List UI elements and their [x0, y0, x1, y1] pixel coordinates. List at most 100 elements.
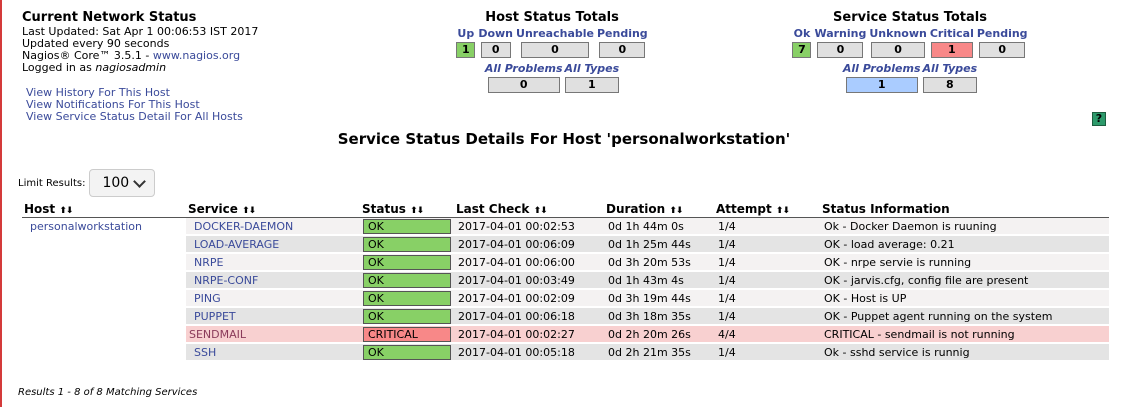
- service-link[interactable]: NRPE-CONF: [186, 271, 360, 290]
- svc-ok-count[interactable]: 7: [792, 42, 812, 58]
- host-pending-label[interactable]: Pending: [597, 28, 648, 40]
- attempt: 1/4: [714, 343, 820, 362]
- col-last-check: Last Check ⬆⬇: [454, 200, 604, 218]
- status-badge: OK: [363, 218, 451, 234]
- sort-arrows-icon[interactable]: ⬆⬇: [534, 206, 548, 216]
- service-link[interactable]: DOCKER-DAEMON: [186, 217, 360, 236]
- last-check: 2017-04-01 00:06:09: [454, 235, 604, 254]
- host-up-count[interactable]: 1: [456, 42, 476, 58]
- last-check: 2017-04-01 00:05:18: [454, 343, 604, 362]
- svc-all-problems-label[interactable]: All Problems: [843, 63, 921, 75]
- host-pending-count[interactable]: 0: [599, 42, 646, 58]
- svc-warning-label[interactable]: Warning: [814, 28, 866, 40]
- status-information: OK - Host is UP: [820, 289, 1109, 308]
- host-all-types-label[interactable]: All Types: [565, 63, 620, 75]
- status-badge: OK: [363, 272, 451, 288]
- col-duration: Duration ⬆⬇: [604, 200, 714, 218]
- svc-pending-label[interactable]: Pending: [977, 28, 1028, 40]
- service-link[interactable]: NRPE: [186, 253, 360, 272]
- duration: 0d 1h 25m 44s: [604, 235, 714, 254]
- view-all-hosts-link[interactable]: View Service Status Detail For All Hosts: [26, 111, 243, 123]
- status-information: OK - nrpe servie is running: [820, 253, 1109, 272]
- sort-arrows-icon[interactable]: ⬆⬇: [59, 206, 73, 216]
- status-badge: OK: [363, 290, 451, 306]
- host-unreachable-label[interactable]: Unreachable: [516, 28, 594, 40]
- status-information: Ok - sshd service is runnig: [820, 343, 1109, 362]
- duration: 0d 1h 44m 0s: [604, 217, 714, 236]
- svc-all-types-count[interactable]: 8: [922, 77, 977, 93]
- duration: 0d 2h 21m 35s: [604, 343, 714, 362]
- last-check: 2017-04-01 00:06:00: [454, 253, 604, 272]
- username: nagiosadmin: [95, 61, 167, 74]
- service-link[interactable]: LOAD-AVERAGE: [186, 235, 360, 254]
- status-information: CRITICAL - sendmail is not running: [820, 325, 1109, 344]
- table-row: SSH OK 2017-04-01 00:05:18 0d 2h 21m 35s…: [22, 343, 1109, 362]
- host-link[interactable]: personalworkstation: [22, 217, 186, 236]
- sort-arrows-icon[interactable]: ⬆⬇: [669, 206, 683, 216]
- svc-unknown-label[interactable]: Unknown: [869, 28, 926, 40]
- limit-results-value: 100: [102, 175, 130, 191]
- attempt: 1/4: [714, 235, 820, 254]
- logged-in-line: Logged in as nagiosadmin: [22, 62, 258, 74]
- duration: 0d 2h 20m 26s: [604, 325, 714, 344]
- svc-critical-count[interactable]: 1: [930, 42, 973, 58]
- duration: 0d 1h 43m 4s: [604, 271, 714, 290]
- table-row: PING OK 2017-04-01 00:02:09 0d 3h 19m 44…: [22, 289, 1109, 308]
- status-badge: CRITICAL: [363, 326, 451, 342]
- svc-critical-label[interactable]: Critical: [930, 28, 974, 40]
- help-icon[interactable]: ?: [1092, 112, 1106, 126]
- limit-results-select[interactable]: 100: [89, 169, 156, 197]
- table-row: LOAD-AVERAGE OK 2017-04-01 00:06:09 0d 1…: [22, 235, 1109, 254]
- svc-all-types-label[interactable]: All Types: [923, 63, 978, 75]
- host-all-types-count[interactable]: 1: [564, 77, 619, 93]
- service-link[interactable]: PUPPET: [186, 307, 360, 326]
- last-check: 2017-04-01 00:02:27: [454, 325, 604, 344]
- service-status-totals: Service Status Totals Ok 7 Warning 0 Unkno…: [790, 10, 1030, 93]
- attempt: 1/4: [714, 217, 820, 236]
- host-down-count[interactable]: 0: [480, 42, 511, 58]
- table-row: PUPPET OK 2017-04-01 00:06:18 0d 3h 18m …: [22, 307, 1109, 326]
- col-host: Host ⬆⬇: [22, 200, 186, 218]
- last-check: 2017-04-01 00:02:09: [454, 289, 604, 308]
- host-all-problems-label[interactable]: All Problems: [485, 63, 563, 75]
- service-totals-title: Service Status Totals: [833, 10, 987, 25]
- status-information: OK - load average: 0.21: [820, 235, 1109, 254]
- host-up-label[interactable]: Up: [457, 28, 474, 40]
- host-down-label[interactable]: Down: [478, 28, 513, 40]
- last-check: 2017-04-01 00:02:53: [454, 217, 604, 236]
- left-border-stripe: [0, 0, 2, 407]
- sort-arrows-icon[interactable]: ⬆⬇: [410, 206, 424, 216]
- host-totals-title: Host Status Totals: [485, 10, 619, 25]
- col-attempt: Attempt ⬆⬇: [714, 200, 820, 218]
- network-status-title: Current Network Status: [22, 10, 197, 25]
- network-status-info: Current Network Status Last Updated: Sat…: [22, 10, 258, 74]
- svc-all-problems-count[interactable]: 1: [845, 77, 918, 93]
- host-nav-links: View History For This Host View Notifica…: [26, 87, 243, 123]
- duration: 0d 3h 20m 53s: [604, 253, 714, 272]
- attempt: 1/4: [714, 271, 820, 290]
- limit-results-label: Limit Results:: [18, 177, 86, 189]
- page-title: Service Status Details For Host 'persona…: [337, 130, 791, 148]
- attempt: 1/4: [714, 289, 820, 308]
- host-all-problems-count[interactable]: 0: [487, 77, 560, 93]
- status-badge: OK: [363, 236, 451, 252]
- svc-pending-count[interactable]: 0: [979, 42, 1026, 58]
- table-row: NRPE-CONF OK 2017-04-01 00:03:49 0d 1h 4…: [22, 271, 1109, 290]
- svc-ok-label[interactable]: Ok: [794, 28, 811, 40]
- svc-warning-count[interactable]: 0: [817, 42, 864, 58]
- table-row: NRPE OK 2017-04-01 00:06:00 0d 3h 20m 53…: [22, 253, 1109, 272]
- service-link[interactable]: SENDMAIL: [186, 325, 360, 344]
- table-header-row: Host ⬆⬇ Service ⬆⬇ Status ⬆⬇ Last Check …: [22, 200, 1109, 218]
- service-link[interactable]: PING: [186, 289, 360, 308]
- svc-unknown-count[interactable]: 0: [871, 42, 926, 58]
- service-link[interactable]: SSH: [186, 343, 360, 362]
- sort-arrows-icon[interactable]: ⬆⬇: [242, 206, 256, 216]
- col-service: Service ⬆⬇: [186, 200, 360, 218]
- sort-arrows-icon[interactable]: ⬆⬇: [776, 206, 790, 216]
- status-badge: OK: [363, 308, 451, 324]
- attempt: 4/4: [714, 325, 820, 344]
- status-information: Ok - Docker Daemon is ruuning: [820, 217, 1109, 236]
- host-unreachable-count[interactable]: 0: [520, 42, 589, 58]
- service-status-table: Host ⬆⬇ Service ⬆⬇ Status ⬆⬇ Last Check …: [22, 200, 1109, 362]
- status-badge: OK: [363, 254, 451, 270]
